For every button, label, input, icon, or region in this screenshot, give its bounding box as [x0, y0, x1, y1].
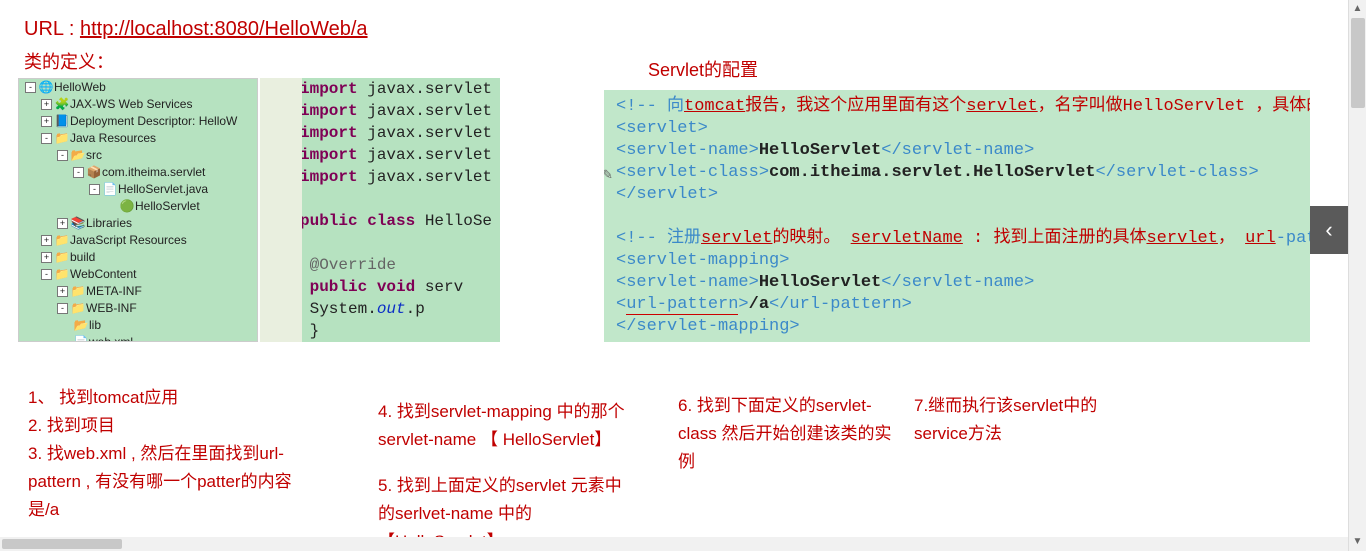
xml-url-pattern: <url-pattern>/a</url-pattern> — [616, 294, 1298, 316]
project-explorer[interactable]: -🌐HelloWeb +🧩JAX-WS Web Services +📘Deplo… — [18, 78, 258, 342]
folder-icon: 📁 — [54, 130, 70, 147]
tree-node-package[interactable]: -📦com.itheima.servlet — [19, 164, 257, 181]
edit-icon: ✎ — [604, 168, 613, 183]
tree-node-js-resources[interactable]: +📁JavaScript Resources — [19, 232, 257, 249]
xml-servlet-class: <servlet-class>com.itheima.servlet.Hello… — [616, 162, 1298, 184]
xml-servlet-name: <servlet-name>HelloServlet</servlet-name… — [616, 140, 1298, 162]
xml-mapping-open: <servlet-mapping> — [616, 250, 1298, 272]
tree-node-src[interactable]: -📂src — [19, 147, 257, 164]
xml-editor[interactable]: ✎ <!-- 向tomcat报告，我这个应用里面有这个servlet，名字叫做H… — [604, 90, 1310, 342]
servlet-config-title: Servlet的配置 — [648, 56, 758, 82]
folder-icon: 📂 — [70, 147, 86, 164]
xml-servlet-open: <servlet> — [616, 118, 1298, 140]
tree-node-deployment[interactable]: +📘Deployment Descriptor: HelloW — [19, 113, 257, 130]
hscroll-thumb[interactable] — [2, 539, 122, 549]
steps-1-3: 1、 找到tomcat应用 2. 找到项目 3. 找web.xml , 然后在里… — [28, 384, 318, 524]
horizontal-scrollbar[interactable] — [0, 537, 1348, 551]
tree-node-jaxws[interactable]: +🧩JAX-WS Web Services — [19, 96, 257, 113]
url-label: URL : — [24, 18, 74, 40]
folder-icon: 📁 — [70, 300, 86, 317]
step-4: 4. 找到servlet-mapping 中的那个servlet-name 【 … — [378, 398, 638, 454]
url-link[interactable]: http://localhost:8080/HelloWeb/a — [80, 18, 368, 40]
steps-4-5: 4. 找到servlet-mapping 中的那个servlet-name 【 … — [378, 398, 638, 556]
tree-node-webxml[interactable]: 📄web.xml — [19, 334, 257, 342]
step-1: 1、 找到tomcat应用 — [28, 384, 318, 412]
class-definition-label: 类的定义： — [24, 48, 114, 74]
project-icon: 🌐 — [38, 79, 54, 96]
url-line: URL : http://localhost:8080/HelloWeb/a — [24, 18, 368, 41]
xml-mapping-close: </servlet-mapping> — [616, 316, 1298, 338]
xml-file-icon: 📄 — [73, 334, 89, 342]
step-2: 2. 找到项目 — [28, 412, 318, 440]
tree-node-build[interactable]: +📁build — [19, 249, 257, 266]
tree-node-metainf[interactable]: +📁META-INF — [19, 283, 257, 300]
tree-node-java-resources[interactable]: -📁Java Resources — [19, 130, 257, 147]
tree-node-libraries[interactable]: +📚Libraries — [19, 215, 257, 232]
step-3: 3. 找web.xml , 然后在里面找到url-pattern , 有没有哪一… — [28, 440, 318, 524]
xml-comment-1: <!-- 向tomcat报告，我这个应用里面有这个servlet，名字叫做Hel… — [616, 96, 1298, 118]
step-6: 6. 找到下面定义的servlet-class 然后开始创建该类的实例 — [678, 392, 898, 476]
xml-comment-2: <!-- 注册servlet的映射。 servletName : 找到上面注册的… — [616, 228, 1298, 250]
xml-mapping-name: <servlet-name>HelloServlet</servlet-name… — [616, 272, 1298, 294]
line-gutter — [260, 78, 302, 342]
folder-icon: 📁 — [54, 232, 70, 249]
xml-servlet-close: </servlet> — [616, 184, 1298, 206]
descriptor-icon: 📘 — [54, 113, 70, 130]
scroll-up-icon[interactable]: ▲ — [1349, 0, 1366, 18]
folder-icon: 📂 — [73, 317, 89, 334]
tree-node-lib[interactable]: 📂lib — [19, 317, 257, 334]
folder-icon: 📁 — [70, 283, 86, 300]
java-editor[interactable]: 5import javax.servlet6import javax.servl… — [260, 78, 500, 342]
services-icon: 🧩 — [54, 96, 70, 113]
tree-node-webinf[interactable]: -📁WEB-INF — [19, 300, 257, 317]
step-7: 7.继而执行该servlet中的service方法 — [914, 392, 1114, 448]
vertical-scrollbar[interactable]: ▲ ▼ — [1348, 0, 1366, 551]
tree-node-webcontent[interactable]: -📁WebContent — [19, 266, 257, 283]
java-file-icon: 📄 — [102, 181, 118, 198]
tree-node-project[interactable]: -🌐HelloWeb — [19, 79, 257, 96]
tree-node-class[interactable]: 🟢HelloServlet — [19, 198, 257, 215]
xml-blank — [616, 206, 1298, 228]
scroll-thumb[interactable] — [1351, 18, 1365, 108]
package-icon: 📦 — [86, 164, 102, 181]
libraries-icon: 📚 — [70, 215, 86, 232]
folder-icon: 📁 — [54, 266, 70, 283]
tree-node-java-file[interactable]: -📄HelloServlet.java — [19, 181, 257, 198]
folder-icon: 📁 — [54, 249, 70, 266]
class-icon: 🟢 — [119, 198, 135, 215]
scroll-down-icon[interactable]: ▼ — [1349, 533, 1366, 551]
side-collapse-tab[interactable]: ‹ — [1310, 206, 1348, 254]
